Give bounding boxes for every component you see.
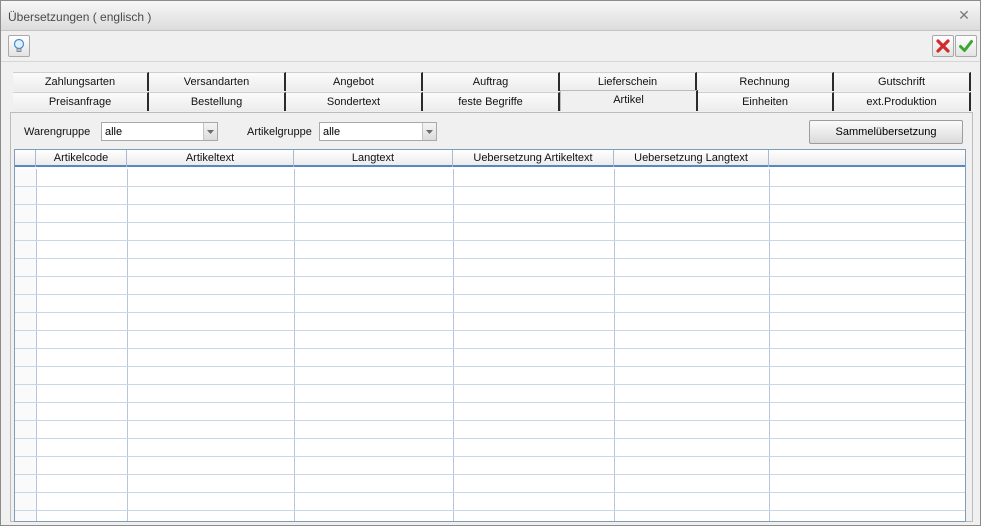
artikelgruppe-select[interactable]: alle — [319, 122, 437, 141]
table-row[interactable] — [15, 241, 965, 259]
table-row[interactable] — [15, 475, 965, 493]
translation-window: Übersetzungen ( englisch ) ✕ Zahlungsart… — [0, 0, 981, 526]
artikelgruppe-label: Artikelgruppe — [247, 126, 312, 138]
table-row[interactable] — [15, 259, 965, 277]
column-langtext[interactable]: Langtext — [294, 150, 453, 167]
warengruppe-value: alle — [105, 126, 123, 138]
table-row[interactable] — [15, 295, 965, 313]
table-row[interactable] — [15, 457, 965, 475]
table-row[interactable] — [15, 439, 965, 457]
close-icon[interactable]: ✕ — [956, 7, 972, 23]
warengruppe-select[interactable]: alle — [101, 122, 218, 141]
tab-lieferschein[interactable]: Lieferschein — [560, 72, 697, 91]
table-row[interactable] — [15, 187, 965, 205]
tab-strip: Zahlungsarten Versandarten Angebot Auftr… — [1, 72, 981, 112]
tab-versandarten[interactable]: Versandarten — [149, 72, 286, 91]
grid-body[interactable] — [15, 169, 965, 521]
column-uebersetzung-artikeltext[interactable]: Uebersetzung Artikeltext — [453, 150, 614, 167]
tab-sondertext[interactable]: Sondertext — [286, 92, 423, 111]
table-row[interactable] — [15, 349, 965, 367]
tab-angebot[interactable]: Angebot — [286, 72, 423, 91]
table-row[interactable] — [15, 511, 965, 521]
cancel-button[interactable] — [932, 35, 954, 57]
table-row[interactable] — [15, 367, 965, 385]
confirm-button[interactable] — [955, 35, 977, 57]
tab-feste-begriffe[interactable]: feste Begriffe — [423, 92, 560, 111]
tab-preisanfrage[interactable]: Preisanfrage — [13, 92, 149, 111]
artikel-tab-panel: Warengruppe alle Artikelgruppe alle Samm… — [10, 112, 973, 522]
tab-artikel[interactable]: Artikel — [560, 90, 698, 111]
table-row[interactable] — [15, 403, 965, 421]
column-uebersetzung-langtext[interactable]: Uebersetzung Langtext — [614, 150, 769, 167]
toolbar — [1, 32, 980, 62]
table-row[interactable] — [15, 493, 965, 511]
table-row[interactable] — [15, 223, 965, 241]
window-title: Übersetzungen ( englisch ) — [8, 10, 152, 24]
warengruppe-label: Warengruppe — [24, 126, 91, 138]
artikelgruppe-value: alle — [323, 126, 341, 138]
chevron-down-icon[interactable] — [422, 123, 436, 140]
tab-bestellung[interactable]: Bestellung — [149, 92, 286, 111]
red-x-icon — [936, 39, 950, 53]
column-artikeltext[interactable]: Artikeltext — [127, 150, 294, 167]
table-row[interactable] — [15, 277, 965, 295]
tab-rechnung[interactable]: Rechnung — [697, 72, 834, 91]
tab-gutschrift[interactable]: Gutschrift — [834, 72, 971, 91]
table-row[interactable] — [15, 421, 965, 439]
table-row[interactable] — [15, 331, 965, 349]
grid-header: Artikelcode Artikeltext Langtext Ueberse… — [15, 150, 965, 167]
green-check-icon — [959, 40, 973, 52]
column-artikelcode[interactable]: Artikelcode — [36, 150, 127, 167]
tab-zahlungsarten[interactable]: Zahlungsarten — [13, 72, 149, 91]
row-header-column — [15, 150, 36, 167]
tab-ext-produktion[interactable]: ext.Produktion — [834, 92, 971, 111]
article-grid[interactable]: Artikelcode Artikeltext Langtext Ueberse… — [14, 149, 966, 522]
lightbulb-icon — [13, 38, 25, 52]
table-row[interactable] — [15, 205, 965, 223]
table-row[interactable] — [15, 313, 965, 331]
sammeluebersetzung-button[interactable]: Sammelübersetzung — [809, 120, 963, 144]
lightbulb-button[interactable] — [8, 35, 30, 57]
tab-auftrag[interactable]: Auftrag — [423, 72, 560, 91]
chevron-down-icon[interactable] — [203, 123, 217, 140]
table-row[interactable] — [15, 169, 965, 187]
title-bar[interactable]: Übersetzungen ( englisch ) ✕ — [1, 1, 980, 31]
tab-einheiten[interactable]: Einheiten — [698, 92, 834, 111]
table-row[interactable] — [15, 385, 965, 403]
